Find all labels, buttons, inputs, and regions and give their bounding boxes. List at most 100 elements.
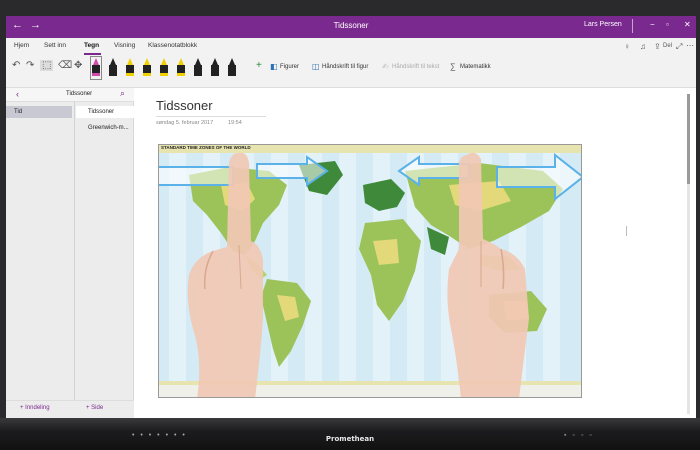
tab-klassenotatblokk[interactable]: Klassenotatblokk (148, 42, 197, 49)
world-time-zone-map[interactable]: STANDARD TIME ZONES OF THE WORLD (158, 144, 582, 398)
lasso-select-icon[interactable]: ⬚ (40, 60, 54, 71)
add-pen-icon[interactable]: + (256, 60, 262, 71)
page-scrollbar[interactable] (687, 94, 690, 414)
ink-to-shape-button[interactable]: Håndskrift til figur (322, 64, 368, 70)
pen-body (194, 65, 202, 73)
tab-tegn[interactable]: Tegn (84, 42, 99, 49)
pen-2[interactable] (109, 58, 117, 78)
title-underline (156, 116, 266, 117)
text-caret (626, 226, 627, 236)
page-label: Greenwich-m... (88, 125, 129, 131)
pen-7[interactable] (194, 58, 202, 78)
maximize-button[interactable]: ▫ (666, 20, 669, 29)
tab-hjem[interactable]: Hjem (14, 42, 29, 49)
pen-body (109, 65, 117, 73)
pen-band (143, 73, 151, 76)
undo-icon[interactable]: ↶ (12, 60, 20, 71)
pen-body (126, 65, 134, 73)
search-icon[interactable]: ⌕ (120, 88, 125, 99)
title-separator (632, 19, 633, 33)
pen-band (194, 73, 202, 76)
pen-5[interactable] (160, 58, 168, 78)
pen-tip (144, 58, 150, 65)
ink-to-text-icon: ✍ (382, 62, 389, 71)
ink-to-text-button[interactable]: Håndskrift til tekst (392, 64, 439, 70)
pen-9[interactable] (228, 58, 236, 78)
pen-1[interactable] (90, 56, 102, 80)
monitor-bezel-bottom (0, 418, 700, 450)
navigation-pane: ‹ Tidssoner ⌕ Tid Tidssoner Greenwich-m.… (6, 88, 134, 418)
nav-header: ‹ Tidssoner ⌕ (6, 88, 134, 102)
scrollbar-thumb[interactable] (687, 94, 690, 184)
nav-divider (74, 102, 75, 400)
active-tab-indicator (84, 53, 101, 55)
section-label: Tid (14, 109, 23, 115)
pen-8[interactable] (211, 58, 219, 78)
pen-4[interactable] (143, 58, 151, 78)
section-item-tid[interactable]: Tid (6, 106, 72, 118)
add-section-button[interactable]: + Inndeling (20, 405, 50, 411)
monitor-bezel-top (0, 0, 700, 16)
tab-visning[interactable]: Visning (114, 42, 135, 49)
pen-band (177, 73, 185, 76)
onenote-screen: ← → Tidssoner Lars Persen − ▫ ✕ Hjem Set… (6, 16, 696, 418)
pen-body (160, 65, 168, 73)
more-icon[interactable]: ⋯ (686, 41, 694, 50)
add-page-button[interactable]: + Side (86, 405, 103, 411)
lightbulb-icon[interactable]: ♀ (624, 42, 630, 51)
pen-tip (127, 58, 133, 65)
pen-3[interactable] (126, 58, 134, 78)
pen-body (211, 65, 219, 73)
monitor-bezel-right (696, 16, 700, 420)
user-name[interactable]: Lars Persen (584, 21, 622, 28)
draw-toolbar: ↶ ↷ ⬚ ⌫ ✥ + ◧ Figurer ◫ Håndskrift til f… (6, 56, 696, 84)
nav-back-icon[interactable]: ‹ (16, 89, 19, 99)
pen-body (92, 65, 100, 73)
share-button[interactable]: Del (663, 43, 672, 49)
pan-icon[interactable]: ✥ (74, 60, 82, 71)
page-item-tidssoner[interactable]: Tidssoner (76, 106, 134, 118)
bell-icon[interactable]: ♫ (640, 42, 646, 51)
pen-band (109, 73, 117, 76)
title-bar: ← → Tidssoner Lars Persen − ▫ ✕ (6, 16, 696, 38)
page-date: søndag 5. februar 2017 (156, 120, 214, 126)
pen-band (160, 73, 168, 76)
page-item-greenwich[interactable]: Greenwich-m... (76, 122, 134, 134)
left-hand-gesture (187, 152, 263, 397)
shapes-button[interactable]: Figurer (280, 64, 299, 70)
pen-body (177, 65, 185, 73)
math-button[interactable]: Matematikk (460, 64, 491, 70)
pen-tip (161, 58, 167, 65)
shapes-icon: ◧ (270, 62, 278, 71)
pen-tip (229, 58, 235, 65)
nav-footer: + Inndeling + Side (6, 400, 134, 418)
page-title[interactable]: Tidssoner (156, 98, 213, 113)
page-time: 19:54 (228, 120, 242, 126)
pen-body (228, 65, 236, 73)
pen-tip (93, 58, 99, 65)
brand-logo: Promethean (325, 435, 375, 443)
eraser-icon[interactable]: ⌫ (58, 60, 72, 71)
close-button[interactable]: ✕ (684, 20, 691, 29)
redo-icon[interactable]: ↷ (26, 60, 34, 71)
ribbon-tabs: Hjem Sett inn Tegn Visning Klassenotatbl… (6, 40, 696, 55)
pen-band (126, 73, 134, 76)
pen-tip (110, 58, 116, 65)
pen-band (228, 73, 236, 76)
pen-6[interactable] (177, 58, 185, 78)
tab-sett-inn[interactable]: Sett inn (44, 42, 66, 49)
math-icon: ∑ (450, 62, 456, 71)
page-label: Tidssoner (88, 109, 115, 115)
right-hand-gesture (447, 152, 529, 397)
notebook-label: Tidssoner (66, 91, 93, 97)
pen-band (92, 73, 100, 76)
expand-icon[interactable]: ⤢ (676, 42, 682, 52)
pen-tip (212, 58, 218, 65)
pen-tip (178, 58, 184, 65)
share-icon[interactable]: ⇪ (654, 42, 661, 51)
pen-body (143, 65, 151, 73)
minimize-button[interactable]: − (650, 20, 655, 29)
ribbon: Hjem Sett inn Tegn Visning Klassenotatbl… (6, 38, 696, 88)
ink-to-shape-icon: ◫ (312, 62, 320, 71)
page-canvas[interactable]: Tidssoner søndag 5. februar 2017 19:54 S… (134, 88, 696, 418)
